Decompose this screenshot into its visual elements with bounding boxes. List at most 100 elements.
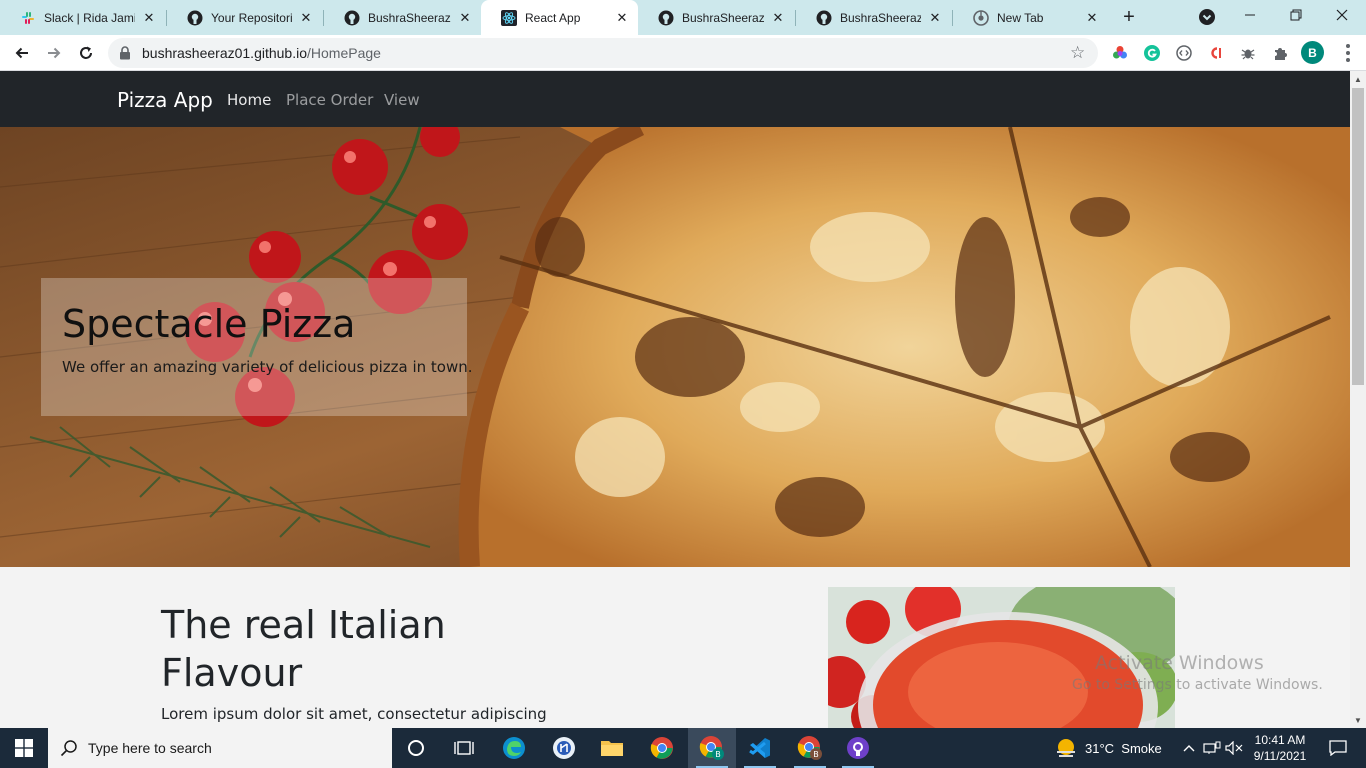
svg-text:B: B bbox=[715, 750, 721, 759]
show-hidden-icons-button[interactable] bbox=[1180, 728, 1198, 768]
url-host: bushrasheeraz01.github.io bbox=[142, 45, 308, 61]
tab-title: BushraSheeraz01/ bbox=[682, 10, 764, 25]
lock-icon[interactable] bbox=[119, 46, 131, 65]
grammarly-icon[interactable] bbox=[1142, 43, 1162, 63]
windows-logo-icon bbox=[15, 739, 33, 757]
tab-title: BushraSheeraz01/ bbox=[840, 10, 921, 25]
search-icon bbox=[60, 739, 78, 762]
reload-icon bbox=[80, 46, 92, 59]
code-extension-icon[interactable] bbox=[1174, 43, 1194, 63]
bookmark-star-icon[interactable]: ☆ bbox=[1070, 43, 1085, 63]
windows-taskbar: Type here to search B B 31°C Smoke 10:41… bbox=[0, 728, 1366, 768]
hero-banner: Spectacle Pizza We offer an amazing vari… bbox=[0, 127, 1350, 567]
close-icon[interactable]: ✕ bbox=[614, 10, 630, 26]
minimize-icon bbox=[1245, 14, 1255, 16]
start-button[interactable] bbox=[0, 728, 48, 768]
browser-toolbar: bushrasheeraz01.github.io/HomePage ☆ B bbox=[0, 35, 1366, 71]
tab-strip: Slack | Rida Jamil ✕ Your Repositories ✕… bbox=[0, 0, 1366, 35]
tab-new-tab[interactable]: New Tab ✕ bbox=[953, 0, 1108, 35]
tab-search-button[interactable] bbox=[1197, 7, 1217, 27]
edge-icon[interactable] bbox=[490, 728, 538, 768]
volume-muted-icon[interactable] bbox=[1224, 728, 1244, 768]
taskbar-search-box[interactable]: Type here to search bbox=[48, 728, 392, 768]
reload-button[interactable] bbox=[72, 39, 100, 67]
chrome-profile-2-icon[interactable]: B bbox=[786, 728, 834, 768]
app-icon[interactable] bbox=[540, 728, 588, 768]
notification-center-icon[interactable] bbox=[1318, 728, 1358, 768]
tab-bushrasheeraz01-1[interactable]: BushraSheeraz01/ ✕ bbox=[324, 0, 481, 35]
close-window-button[interactable] bbox=[1319, 0, 1365, 30]
react-icon bbox=[501, 9, 517, 26]
scroll-thumb[interactable] bbox=[1352, 88, 1364, 385]
bug-extension-icon[interactable] bbox=[1238, 43, 1258, 63]
clock-time: 10:41 AM bbox=[1254, 733, 1306, 747]
weather-text: 31°C Smoke bbox=[1085, 740, 1162, 756]
back-button[interactable] bbox=[8, 39, 36, 67]
tab-bushrasheeraz01-2[interactable]: BushraSheeraz01/ ✕ bbox=[638, 0, 794, 35]
task-view-icon[interactable] bbox=[440, 728, 488, 768]
nav-link-view[interactable]: View bbox=[384, 91, 420, 109]
new-tab-button[interactable]: + bbox=[1118, 6, 1140, 28]
github-icon bbox=[187, 10, 203, 26]
tab-title: BushraSheeraz01/ bbox=[368, 10, 451, 25]
restore-button[interactable] bbox=[1273, 0, 1319, 30]
close-icon[interactable]: ✕ bbox=[141, 10, 157, 26]
more-menu-icon[interactable] bbox=[1338, 43, 1358, 63]
slack-icon bbox=[20, 10, 36, 26]
vscode-icon[interactable] bbox=[736, 728, 784, 768]
restore-icon bbox=[1290, 9, 1302, 21]
nav-link-place-order[interactable]: Place Order bbox=[286, 91, 373, 109]
tab-bushrasheeraz01-3[interactable]: BushraSheeraz01/ ✕ bbox=[796, 0, 951, 35]
tab-title: Slack | Rida Jamil bbox=[44, 10, 135, 25]
url-text[interactable]: bushrasheeraz01.github.io/HomePage bbox=[142, 45, 381, 61]
scroll-down-icon[interactable]: ▼ bbox=[1350, 712, 1366, 728]
page-scrollbar[interactable]: ▲ ▼ bbox=[1350, 71, 1366, 728]
github-icon bbox=[816, 10, 832, 26]
github-icon bbox=[658, 10, 674, 26]
file-explorer-icon[interactable] bbox=[588, 728, 636, 768]
chevron-up-icon bbox=[1183, 745, 1195, 752]
nav-link-home[interactable]: Home bbox=[227, 91, 271, 109]
hero-title: Spectacle Pizza bbox=[62, 302, 356, 346]
system-clock[interactable]: 10:41 AM 9/11/2021 bbox=[1248, 732, 1312, 764]
hero-caption-card: Spectacle Pizza We offer an amazing vari… bbox=[41, 278, 473, 416]
close-icon[interactable]: ✕ bbox=[298, 10, 314, 26]
close-icon[interactable]: ✕ bbox=[770, 10, 786, 26]
close-icon[interactable]: ✕ bbox=[927, 10, 943, 26]
github-desktop-icon[interactable] bbox=[834, 728, 882, 768]
chrome-icon bbox=[973, 9, 989, 26]
network-icon[interactable] bbox=[1202, 728, 1222, 768]
tab-react-app[interactable]: React App ✕ bbox=[481, 0, 638, 35]
url-path: /HomePage bbox=[307, 45, 381, 61]
chevron-down-icon bbox=[1199, 9, 1215, 25]
arrow-right-icon bbox=[48, 47, 61, 59]
chrome-icon[interactable] bbox=[638, 728, 686, 768]
tab-your-repositories[interactable]: Your Repositories ✕ bbox=[167, 0, 322, 35]
navbar-brand[interactable]: Pizza App bbox=[117, 88, 213, 112]
close-icon bbox=[1336, 9, 1348, 21]
weather-widget[interactable]: 31°C Smoke bbox=[1055, 728, 1162, 768]
extensions-puzzle-icon[interactable] bbox=[1270, 43, 1290, 63]
forward-button[interactable] bbox=[40, 39, 68, 67]
address-bar[interactable]: bushrasheeraz01.github.io/HomePage ☆ bbox=[108, 38, 1098, 68]
csp-extension-icon[interactable] bbox=[1206, 43, 1226, 63]
weather-haze-icon bbox=[1057, 739, 1075, 757]
section-text: Lorem ipsum dolor sit amet, consectetur … bbox=[161, 705, 547, 723]
tab-title: New Tab bbox=[997, 10, 1044, 25]
scroll-up-icon[interactable]: ▲ bbox=[1350, 71, 1366, 87]
tab-title: Your Repositories bbox=[211, 10, 292, 25]
close-icon[interactable]: ✕ bbox=[457, 10, 473, 26]
activate-windows-text: Go to Settings to activate Windows. bbox=[1072, 677, 1323, 693]
close-icon[interactable]: ✕ bbox=[1084, 10, 1100, 26]
cortana-icon[interactable] bbox=[392, 728, 440, 768]
clock-date: 9/11/2021 bbox=[1253, 749, 1307, 763]
tab-slack[interactable]: Slack | Rida Jamil ✕ bbox=[0, 0, 165, 35]
github-icon bbox=[344, 10, 360, 26]
app-navbar: Pizza App Home Place Order View bbox=[0, 71, 1350, 127]
page-viewport: Pizza App Home Place Order View Spectacl… bbox=[0, 71, 1350, 728]
profile-avatar[interactable]: B bbox=[1301, 41, 1324, 64]
svg-text:B: B bbox=[813, 750, 819, 759]
chrome-profile-icon[interactable]: B bbox=[688, 728, 736, 768]
minimize-button[interactable] bbox=[1227, 0, 1273, 30]
color-picker-extension-icon[interactable] bbox=[1110, 43, 1130, 63]
